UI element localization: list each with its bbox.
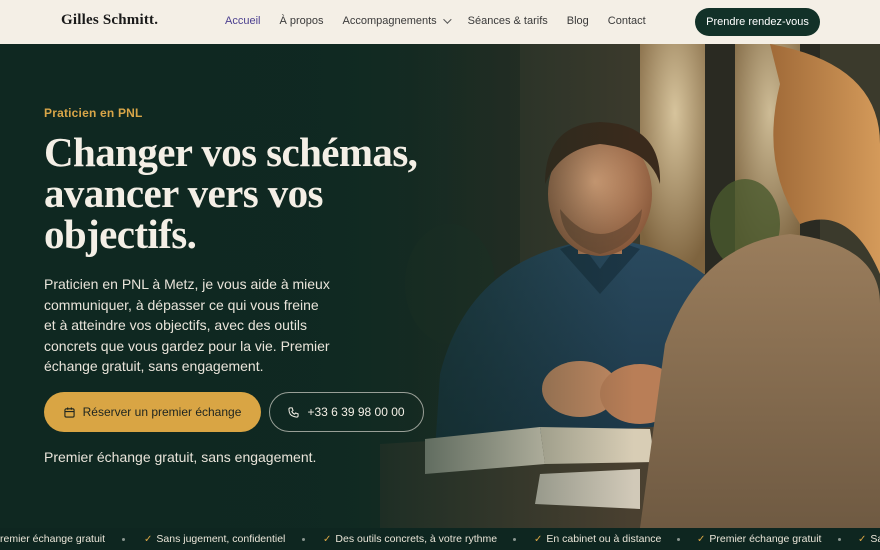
ticker-item: remier échange gratuit (0, 533, 105, 545)
ticker-label: Sa (870, 533, 880, 545)
hero-section: Praticien en PNL Changer vos schémas, av… (0, 44, 880, 528)
separator-dot (838, 538, 841, 541)
chevron-down-icon (442, 15, 452, 24)
hero-lead: Praticien en PNL à Metz, je vous aide à … (44, 276, 330, 374)
hero-title: Changer vos schémas, avancer vers vos ob… (44, 132, 444, 255)
ticker-label: Premier échange gratuit (709, 533, 822, 545)
site-header: Gilles Schmitt. Accueil À propos Accompa… (0, 0, 880, 44)
hero-title-line: objectifs. (44, 211, 197, 257)
nav-item-contact[interactable]: Contact (608, 15, 646, 27)
separator-dot (302, 538, 305, 541)
nav-label: Accueil (225, 15, 261, 27)
calendar-icon (63, 406, 75, 418)
nav-label: À propos (279, 15, 324, 27)
ticker-label: remier échange gratuit (0, 533, 106, 545)
separator-dot (513, 538, 516, 541)
book-first-session-button[interactable]: Réserver un premier échange (44, 392, 261, 432)
ticker-label: Sans jugement, confidentiel (156, 533, 286, 545)
ticker-item: ✓ Des outils concrets, à votre rythme (323, 533, 497, 545)
hero-title-line: avancer vers vos (44, 170, 323, 216)
nav-item-a-propos[interactable]: À propos (279, 15, 323, 27)
nav-label: Contact (607, 15, 646, 27)
separator-dot (122, 538, 125, 541)
button-label: Réserver un premier échange (82, 405, 242, 419)
main-nav: Accueil À propos Accompagnements Séances… (225, 15, 665, 27)
ticker-item: ✓ Sans jugement, confidentiel (144, 533, 285, 545)
phone-icon (288, 406, 300, 418)
hero-eyebrow: Praticien en PNL (44, 106, 143, 120)
check-icon: ✓ (858, 533, 867, 545)
hero-title-line: Changer vos schémas, (44, 129, 418, 175)
check-icon: ✓ (323, 533, 332, 545)
logo[interactable]: Gilles Schmitt. (61, 12, 158, 29)
separator-dot (677, 538, 680, 541)
nav-item-blog[interactable]: Blog (567, 15, 589, 27)
benefits-ticker: remier échange gratuit ✓ Sans jugement, c… (0, 528, 880, 550)
check-icon: ✓ (144, 533, 153, 545)
check-icon: ✓ (534, 533, 543, 545)
ticker-label: Des outils concrets, à votre rythme (335, 533, 498, 545)
check-icon: ✓ (697, 533, 706, 545)
nav-item-accompagnements[interactable]: Accompagnements (342, 15, 452, 27)
nav-label: Séances & tarifs (467, 15, 548, 27)
nav-label: Blog (566, 15, 589, 27)
hero-note: Premier échange gratuit, sans engagement… (44, 449, 317, 465)
nav-item-accueil[interactable]: Accueil (225, 15, 260, 27)
book-appointment-button[interactable]: Prendre rendez-vous (695, 8, 820, 36)
nav-item-seances-tarifs[interactable]: Séances & tarifs (468, 15, 548, 27)
phone-button[interactable]: +33 6 39 98 00 00 (269, 392, 424, 432)
ticker-item: ✓ Premier échange gratuit (697, 533, 821, 545)
nav-label: Accompagnements (342, 15, 437, 27)
ticker-label: En cabinet ou à distance (546, 533, 662, 545)
ticker-item: ✓Sa (858, 533, 880, 545)
ticker-item: ✓ En cabinet ou à distance (534, 533, 661, 545)
button-label: +33 6 39 98 00 00 (307, 405, 405, 419)
